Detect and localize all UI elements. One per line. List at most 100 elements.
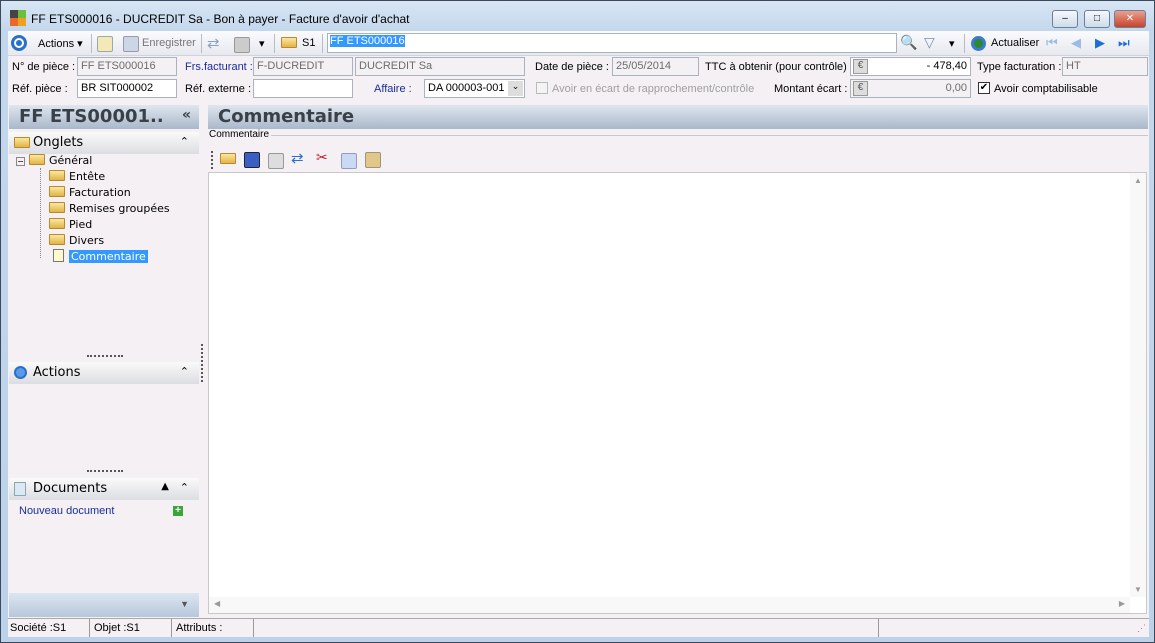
next-record-icon[interactable]: ▶ [1095, 35, 1105, 51]
separator [91, 34, 92, 53]
separator [201, 34, 202, 53]
search-input[interactable]: FF ETS000016 [327, 33, 897, 53]
open-icon[interactable] [220, 153, 236, 164]
num-piece-label: N° de pièce : [12, 61, 76, 73]
record-header: FF ETS00001.. « [9, 105, 199, 129]
app-icon [10, 10, 18, 26]
ttc-field[interactable]: € - 478,40 [850, 57, 971, 76]
filter-dropdown-icon[interactable]: ▾ [949, 37, 955, 50]
ref-externe-field[interactable] [253, 79, 353, 98]
collapse-icon[interactable]: ⌃ [180, 365, 189, 378]
tree-item-remises[interactable]: Remises groupées [49, 201, 170, 216]
save-icon[interactable] [244, 152, 260, 168]
folder-icon [49, 186, 65, 197]
tree-line [40, 168, 41, 258]
ecart-checkbox[interactable] [536, 82, 548, 94]
ref-piece-field[interactable]: BR SIT000002 [77, 79, 177, 98]
up-icon[interactable]: ▲ [161, 481, 169, 492]
print-icon[interactable] [234, 37, 250, 53]
collapse-icon[interactable]: ⌃ [180, 481, 189, 494]
splitter-handle[interactable] [87, 470, 123, 472]
date-label: Date de pièce : [535, 61, 609, 73]
last-record-icon[interactable]: ⏭ [1118, 35, 1130, 51]
vertical-scrollbar[interactable]: ▲ ▼ [1130, 173, 1146, 597]
euro-icon: € [853, 81, 868, 96]
minimize-button[interactable]: – [1052, 10, 1078, 28]
toolbar: Actions ▾ Enregistrer ⇄ ▾ S1 FF ETS00001… [8, 31, 1149, 56]
toolbar-grip [211, 151, 213, 169]
new-icon[interactable] [97, 36, 113, 52]
tree-item-entete[interactable]: Entête [49, 169, 105, 184]
separator [322, 34, 323, 53]
separator [274, 34, 275, 53]
onglets-header[interactable]: Onglets ⌃ [9, 132, 199, 154]
refresh-icon[interactable]: ⇄ [291, 149, 304, 167]
first-record-icon[interactable]: ⏮ [1046, 35, 1058, 51]
resize-grip-icon[interactable]: ⋰ [1137, 623, 1146, 634]
tree-item-divers[interactable]: Divers [49, 233, 104, 248]
company-button[interactable]: S1 [302, 37, 315, 49]
folder-icon [281, 37, 297, 48]
application-window: FF ETS000016 - DUCREDIT Sa - Bon à payer… [0, 0, 1155, 643]
copy-icon[interactable] [341, 153, 357, 169]
frs-facturant-link[interactable]: Frs.facturant : [185, 61, 253, 73]
horizontal-scrollbar[interactable]: ◀ ▶ [209, 597, 1130, 613]
tree-item-commentaire[interactable]: Commentaire [53, 249, 148, 264]
previous-record-icon[interactable]: ◀ [1071, 35, 1081, 51]
comment-editor[interactable] [208, 172, 1147, 614]
search-icon[interactable]: 🔍 [900, 34, 917, 51]
folder-icon [49, 202, 65, 213]
status-cell [254, 619, 879, 637]
tree-item-pied[interactable]: Pied [49, 217, 92, 232]
affaire-select[interactable]: DA 000003-001 ⌄ [424, 79, 525, 98]
folder-icon [49, 234, 65, 245]
chevron-down-icon[interactable]: ▼ [180, 599, 189, 609]
type-field[interactable]: HT [1062, 57, 1148, 76]
group-line [271, 135, 1148, 136]
collapse-panel-icon[interactable]: « [182, 107, 191, 123]
folder-icon [49, 170, 65, 181]
date-field[interactable]: 25/05/2014 [612, 57, 699, 76]
folder-icon [49, 218, 65, 229]
maximize-button[interactable]: □ [1084, 10, 1110, 28]
ref-externe-label: Réf. externe : [185, 83, 252, 95]
window-title: FF ETS000016 - DUCREDIT Sa - Bon à payer… [31, 12, 410, 26]
actions-header[interactable]: Actions ⌃ [9, 362, 199, 384]
actions-menu[interactable]: Actions ▾ [38, 37, 83, 50]
close-button[interactable]: ✕ [1114, 10, 1146, 28]
euro-icon: € [853, 59, 868, 74]
collapse-icon[interactable]: ⌃ [180, 135, 189, 148]
num-piece-field[interactable]: FF ETS000016 [77, 57, 177, 76]
save-icon [123, 36, 139, 52]
ecart-label: Avoir en écart de rapprochement/contrôle [552, 83, 755, 95]
add-icon[interactable]: + [173, 506, 183, 516]
documents-header[interactable]: Documents ▲ ⌃ [9, 478, 199, 500]
tree-item-general[interactable]: − Général [16, 153, 92, 168]
paste-icon[interactable] [365, 152, 381, 168]
filter-icon[interactable]: ▽ [924, 34, 935, 51]
status-attributs: Attributs : [172, 619, 254, 637]
panel-footer: ▼ [9, 593, 199, 617]
print-dropdown-icon[interactable]: ▾ [259, 37, 265, 50]
document-icon [14, 482, 26, 496]
vertical-splitter[interactable] [201, 344, 203, 382]
print-icon[interactable] [268, 153, 284, 169]
affaire-link[interactable]: Affaire : [374, 83, 412, 95]
new-document-link[interactable]: Nouveau document [19, 505, 114, 517]
collapse-tree-icon: − [16, 157, 25, 166]
refresh-icon[interactable]: ⇄ [207, 34, 220, 52]
actions-icon [14, 366, 27, 379]
tree-item-facturation[interactable]: Facturation [49, 185, 131, 200]
document-icon [53, 249, 64, 262]
save-button[interactable]: Enregistrer [142, 37, 196, 49]
montant-field[interactable]: €0,00 [850, 79, 971, 98]
comptabilisable-checkbox[interactable]: ✔ [978, 82, 990, 94]
app-icon-part [18, 10, 26, 26]
status-societe: Société :S1 [8, 619, 90, 637]
dropdown-icon[interactable]: ⌄ [508, 81, 523, 96]
frs-code-field[interactable]: F-DUCREDIT [253, 57, 353, 76]
splitter-handle[interactable] [87, 355, 123, 357]
cut-icon[interactable]: ✂ [316, 149, 328, 166]
refresh-button[interactable]: Actualiser [991, 37, 1039, 49]
status-bar: Société :S1 Objet :S1 Attributs : ⋰ [8, 618, 1149, 637]
